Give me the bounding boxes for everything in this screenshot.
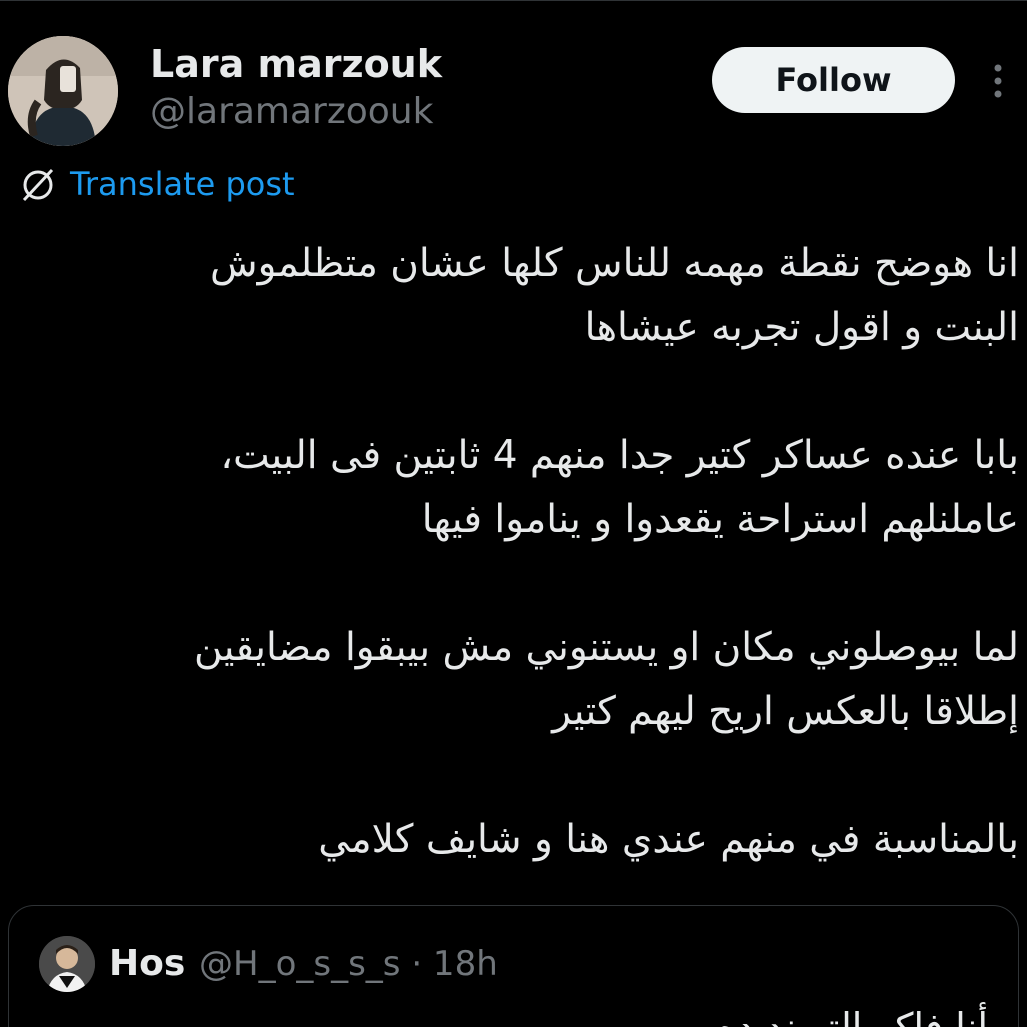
more-vertical-icon[interactable] xyxy=(984,62,1012,100)
globe-icon xyxy=(22,168,54,202)
post-line: البنت و اقول تجربه عيشاها xyxy=(584,305,1019,350)
profile-photo xyxy=(8,36,118,146)
quoted-author-name[interactable]: Hos xyxy=(109,940,185,988)
post-paragraph: انا هوضح نقطة مهمه للناس كلها عشان متظلم… xyxy=(19,232,1019,360)
follow-button[interactable]: Follow xyxy=(712,47,955,113)
top-divider xyxy=(0,0,1027,1)
quoted-author-meta: @H_o_s_s_s · 18h xyxy=(199,944,498,984)
translate-post-label: Translate post xyxy=(70,165,295,203)
post-line: عاملنلهم استراحة يقعدوا و يناموا فيها xyxy=(421,497,1019,542)
quoted-post-text: أنا فاكر التريند ده xyxy=(716,1005,988,1027)
quoted-post-card[interactable]: Hos @H_o_s_s_s · 18h أنا فاكر التريند ده xyxy=(8,905,1019,1027)
quoted-author-avatar[interactable] xyxy=(39,936,95,992)
post-paragraph: بابا عنده عساكر كتير جدا منهم 4 ثابتين ف… xyxy=(19,424,1019,552)
post-line: انا هوضح نقطة مهمه للناس كلها عشان متظلم… xyxy=(209,241,1019,286)
translate-post-link[interactable]: Translate post xyxy=(18,162,295,206)
author-avatar[interactable] xyxy=(8,36,118,146)
post-paragraph: بالمناسبة في منهم عندي هنا و شايف كلامي xyxy=(19,808,1019,872)
post-text: انا هوضح نقطة مهمه للناس كلها عشان متظلم… xyxy=(19,232,1019,872)
quoted-profile-photo xyxy=(39,936,95,992)
post-line: لما بيوصلوني مكان او يستنوني مش بيبقوا م… xyxy=(193,625,1019,670)
post-paragraph: لما بيوصلوني مكان او يستنوني مش بيبقوا م… xyxy=(19,616,1019,744)
post-line: إطلاقا بالعكس اريح ليهم كتير xyxy=(552,689,1019,734)
post-line: بالمناسبة في منهم عندي هنا و شايف كلامي xyxy=(318,817,1019,862)
author-display-name[interactable]: Lara marzouk xyxy=(150,40,442,88)
post-line: بابا عنده عساكر كتير جدا منهم 4 ثابتين ف… xyxy=(220,433,1019,478)
author-handle[interactable]: @laramarzoouk xyxy=(150,90,433,134)
